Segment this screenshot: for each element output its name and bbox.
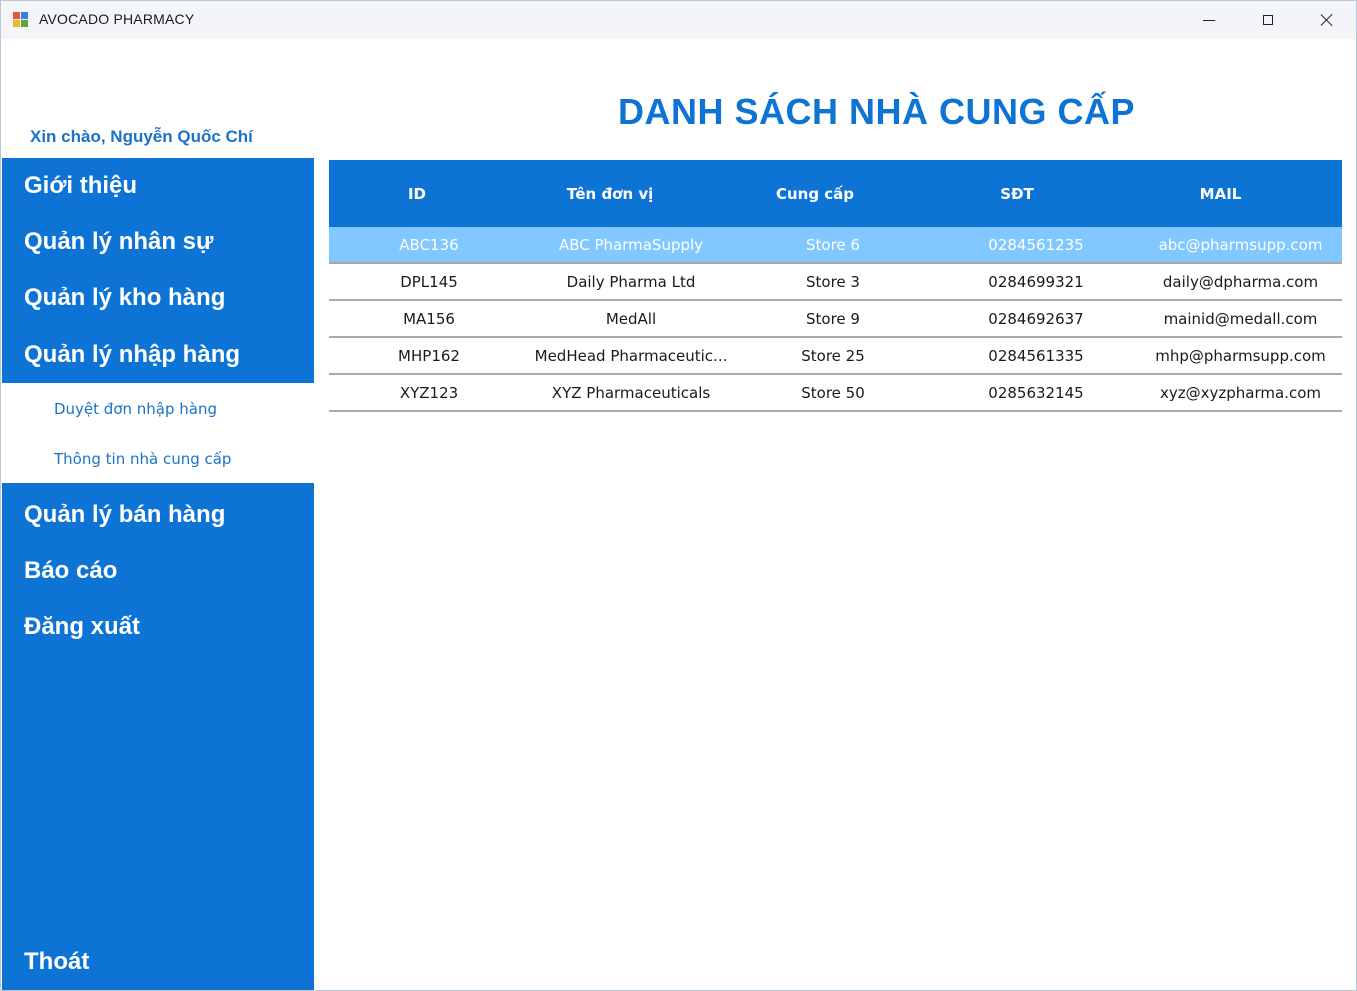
table-cell-id: XYZ123	[399, 383, 459, 402]
minimize-icon	[1203, 19, 1215, 21]
sidebar: Giới thiệu Quản lý nhân sự Quản lý kho h…	[2, 158, 314, 990]
table-cell-mail: mainid@medall.com	[1163, 309, 1318, 328]
table-cell-name: XYZ Pharmaceuticals	[551, 383, 711, 402]
table-cell-store: Store 50	[801, 383, 865, 402]
column-header-id[interactable]: ID	[329, 185, 505, 203]
table-cell-phone: 0284692637	[988, 309, 1084, 328]
page-title: DANH SÁCH NHÀ CUNG CẤP	[617, 91, 1135, 132]
table-row[interactable]: DPL145 Daily Pharma Ltd Store 3 0284699321 d…	[329, 264, 1342, 301]
close-icon	[1320, 13, 1334, 27]
table-body: ABC136 ABC PharmaSupply Store 6 0284561235 a…	[329, 227, 1342, 412]
table-cell-id: MA156	[403, 309, 455, 328]
table-cell-store: Store 9	[806, 309, 860, 328]
table-cell-id: MHP162	[398, 346, 460, 365]
table-row[interactable]: MHP162 MedHead Pharmaceutic... Store 25 028…	[329, 338, 1342, 375]
minimize-button[interactable]	[1180, 1, 1238, 39]
supplier-table[interactable]: ID Tên đơn vị Cung cấp SĐT MAIL ABC136 ABC Ph…	[329, 160, 1342, 412]
table-row[interactable]: XYZ123 XYZ Pharmaceuticals Store 50 0285632…	[329, 375, 1342, 412]
column-header-name[interactable]: Tên đơn vị	[505, 185, 715, 203]
column-header-phone[interactable]: SĐT	[915, 185, 1119, 203]
column-header-mail[interactable]: MAIL	[1119, 185, 1322, 203]
table-cell-store: Store 6	[806, 235, 860, 254]
table-cell-id: DPL145	[400, 272, 458, 291]
close-button[interactable]	[1298, 1, 1356, 39]
sidebar-item-intro[interactable]: Giới thiệu	[24, 172, 137, 200]
table-cell-mail: daily@dpharma.com	[1162, 272, 1319, 291]
table-cell-mail: abc@pharmsupp.com	[1158, 235, 1323, 254]
submenu-item-approve-orders[interactable]: Duyệt đơn nhập hàng	[54, 400, 217, 418]
exit-button[interactable]: Thoát	[24, 948, 89, 976]
table-cell-name: Daily Pharma Ltd	[566, 272, 696, 291]
table-cell-store: Store 25	[801, 346, 865, 365]
table-row[interactable]: ABC136 ABC PharmaSupply Store 6 0284561235 a…	[329, 227, 1342, 264]
window-title: AVOCADO PHARMACY	[39, 11, 195, 27]
table-row[interactable]: MA156 MedAll Store 9 0284692637 mainid@medal…	[329, 301, 1342, 338]
table-cell-store: Store 3	[806, 272, 860, 291]
maximize-icon	[1263, 15, 1273, 25]
table-cell-name: MedAll	[605, 309, 657, 328]
table-cell-phone: 0284561235	[988, 235, 1084, 254]
table-cell-name: MedHead Pharmaceutic...	[534, 346, 728, 365]
table-cell-id: ABC136	[399, 235, 459, 254]
table-cell-mail: xyz@xyzpharma.com	[1160, 383, 1321, 402]
app-window: AVOCADO PHARMACY Xin chào, Nguyễn Quốc C…	[0, 0, 1357, 991]
table-header: ID Tên đơn vị Cung cấp SĐT MAIL	[329, 160, 1342, 227]
title-bar[interactable]: AVOCADO PHARMACY	[1, 1, 1356, 39]
table-cell-phone: 0284699321	[988, 272, 1084, 291]
import-submenu: Duyệt đơn nhập hàng Thông tin nhà cung c…	[2, 383, 314, 483]
table-cell-phone: 0284561335	[988, 346, 1084, 365]
submenu-item-supplier-info[interactable]: Thông tin nhà cung cấp	[54, 450, 231, 468]
sidebar-item-import[interactable]: Quản lý nhập hàng	[24, 341, 240, 369]
sidebar-item-inventory[interactable]: Quản lý kho hàng	[24, 284, 225, 312]
sidebar-item-staff[interactable]: Quản lý nhân sự	[24, 228, 213, 256]
greeting-label: Xin chào, Nguyễn Quốc Chí	[30, 127, 253, 146]
app-icon	[13, 12, 29, 28]
sidebar-item-reports[interactable]: Báo cáo	[24, 557, 117, 585]
sidebar-item-logout[interactable]: Đăng xuất	[24, 613, 140, 641]
table-cell-name: ABC PharmaSupply	[558, 235, 704, 254]
maximize-button[interactable]	[1239, 1, 1297, 39]
table-cell-phone: 0285632145	[988, 383, 1084, 402]
sidebar-item-sales[interactable]: Quản lý bán hàng	[24, 501, 225, 529]
table-cell-mail: mhp@pharmsupp.com	[1155, 346, 1326, 365]
column-header-store[interactable]: Cung cấp	[715, 185, 915, 203]
